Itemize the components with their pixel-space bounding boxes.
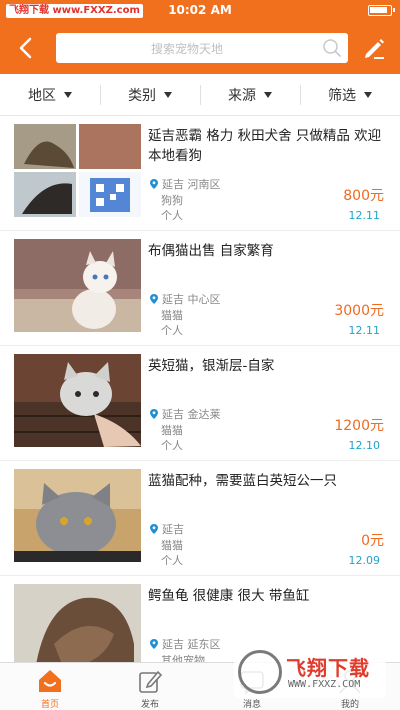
listing-row[interactable]: 蓝猫配种，需要蓝白英短公一只 延吉 猫猫 个人 0元 12.09 [0,461,400,576]
filter-screen[interactable]: 筛选 [300,74,400,116]
listing-region-text: 延吉 延东区 [162,638,221,651]
listing-price: 1200元 [334,418,384,434]
listing-date: 12.11 [348,209,381,222]
status-time: 10:02 AM [168,3,232,17]
listing-category: 猫猫 [161,309,183,322]
listing-seller: 个人 [161,324,183,337]
listing-date: 12.10 [348,439,381,452]
tab-message-label: 消息 [242,700,261,710]
caret-down-icon [364,92,372,98]
tab-publish-label: 发布 [140,700,159,710]
location-pin-icon [150,294,158,304]
location-pin-icon [150,409,158,419]
watermark-logo: 飞翔下载 WWW.FXXZ.COM [234,646,386,698]
tab-home[interactable]: 首页 [10,663,90,710]
listing-title: 鳄鱼龟 很健康 很大 带鱼缸 [148,588,310,604]
listing-photo [14,469,141,562]
listing-photo [14,239,141,332]
listing-photo [14,354,141,447]
publish-icon [139,670,163,693]
listing-price: 3000元 [334,303,384,319]
listing-region-text: 延吉 [162,523,184,536]
location-pin-icon [150,639,158,649]
tab-home-label: 首页 [40,700,59,710]
edit-button[interactable] [360,34,388,62]
home-icon [39,670,61,692]
listing-list: 延吉恶霸 格力 秋田犬舍 只做精品 欢迎本地看狗 延吉 河南区 狗狗 个人 80… [0,116,400,662]
search-placeholder: 搜索宠物天地 [150,42,223,56]
battery-icon [368,5,395,16]
listing-price: 800元 [343,188,384,204]
chevron-left-icon [19,37,32,59]
listing-region: 延吉 中心区 [150,291,221,307]
listing-title: 蓝猫配种，需要蓝白英短公一只 [148,473,337,489]
nav-bar: 搜索宠物天地 [0,22,400,74]
listing-row[interactable]: 延吉恶霸 格力 秋田犬舍 只做精品 欢迎本地看狗 延吉 河南区 狗狗 个人 80… [0,116,400,231]
listing-region-text: 延吉 中心区 [162,293,221,306]
listing-region-text: 延吉 河南区 [162,178,221,191]
location-pin-icon [150,524,158,534]
listing-region: 延吉 [150,521,184,537]
listing-date: 12.09 [348,554,381,567]
filter-bar: 地区 类别 来源 筛选 [0,74,400,116]
listing-photo [14,124,141,217]
search-icon[interactable] [322,38,342,58]
pencil-icon [365,39,384,59]
caret-down-icon [264,92,272,98]
filter-region[interactable]: 地区 [0,74,100,116]
listing-region: 延吉 延东区 [150,636,221,652]
location-pin-icon [150,179,158,189]
watermark-brand: 飞翔下载 [286,656,370,680]
listing-title: 布偶猫出售 自家繁育 [148,243,274,259]
filter-screen-label: 筛选 [328,88,356,104]
listing-date: 12.11 [348,324,381,337]
listing-row[interactable]: 布偶猫出售 自家繁育 延吉 中心区 猫猫 个人 3000元 12.11 [0,231,400,346]
filter-category[interactable]: 类别 [100,74,200,116]
listing-photo [14,584,141,662]
listing-seller: 个人 [161,209,183,222]
listing-price: 0元 [361,533,384,549]
tab-publish[interactable]: 发布 [110,663,190,710]
caret-down-icon [64,92,72,98]
listing-category: 猫猫 [161,539,183,552]
tab-profile-label: 我的 [340,700,359,710]
filter-region-label: 地区 [28,88,56,104]
listing-row[interactable]: 英短猫，银渐层-自家 延吉 金达莱 猫猫 个人 1200元 12.10 [0,346,400,461]
listing-category: 其他宠物 [161,654,205,662]
filter-source-label: 来源 [228,88,256,104]
watermark-url: WWW.FXXZ.COM [288,679,361,690]
listing-seller: 个人 [161,554,183,567]
filter-source[interactable]: 来源 [200,74,300,116]
back-button[interactable] [10,32,42,64]
listing-region-text: 延吉 金达莱 [162,408,221,421]
status-bar: 飞翔下载 www.FXXZ.com 10:02 AM [0,0,400,22]
listing-category: 狗狗 [161,194,183,207]
search-input[interactable]: 搜索宠物天地 [56,33,348,63]
listing-region: 延吉 河南区 [150,176,221,192]
listing-region: 延吉 金达莱 [150,406,221,422]
caret-down-icon [164,92,172,98]
listing-title: 英短猫，银渐层-自家 [148,358,275,374]
watermark-emblem-icon [238,650,282,694]
listing-category: 猫猫 [161,424,183,437]
filter-category-label: 类别 [128,88,156,104]
listing-title: 延吉恶霸 格力 秋田犬舍 只做精品 欢迎本地看狗 [148,128,382,164]
listing-seller: 个人 [161,439,183,452]
